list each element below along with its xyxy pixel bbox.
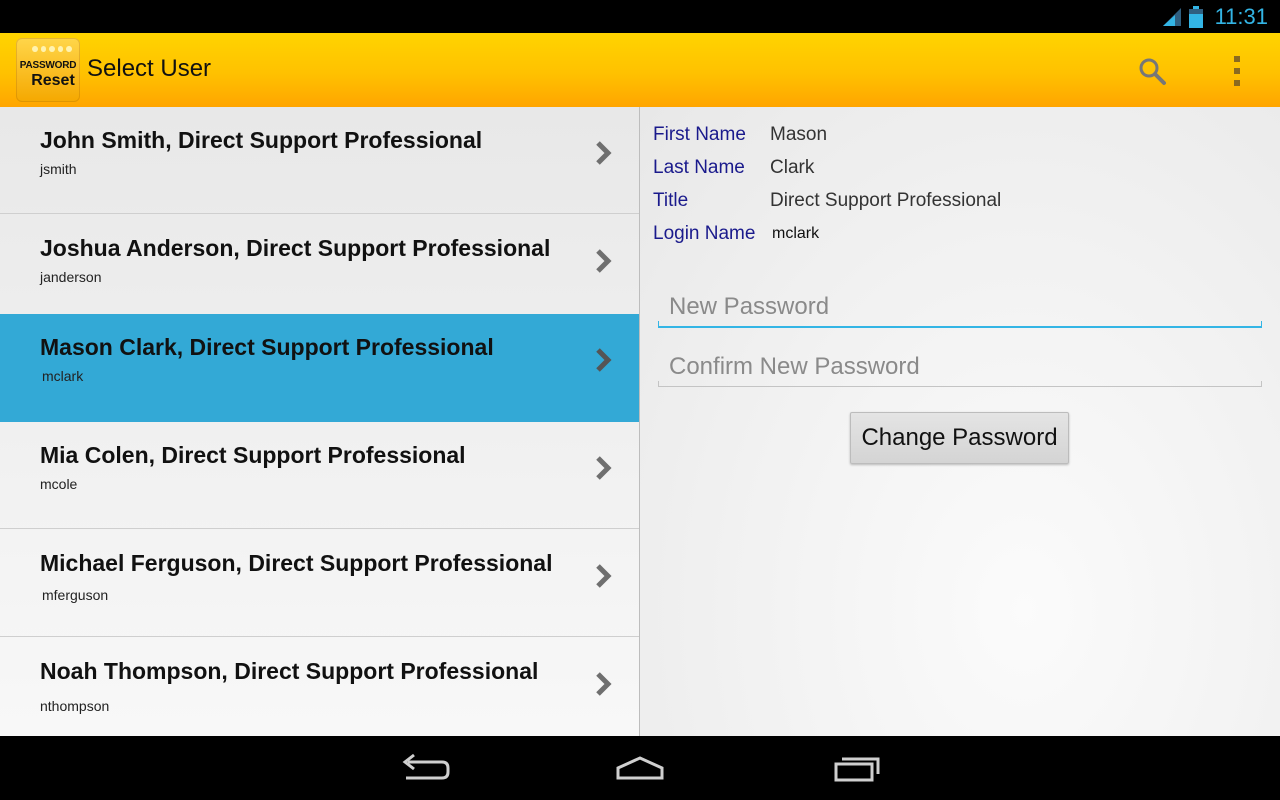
user-list-item-login: mclark [42, 368, 84, 384]
first-name-value: Mason [770, 124, 828, 145]
signal-icon [1162, 7, 1181, 26]
back-icon[interactable] [394, 750, 454, 786]
logo-dots [32, 46, 72, 52]
user-list-item-title: Joshua Anderson, Direct Support Professi… [40, 235, 551, 261]
user-list-item-title: Mia Colen, Direct Support Professional [40, 442, 466, 468]
home-icon[interactable] [610, 750, 670, 786]
user-list: John Smith, Direct Support Professional … [0, 107, 639, 736]
logo-bottom-text: Reset [31, 72, 75, 89]
app-logo[interactable]: PASSWORD Reset [16, 38, 80, 102]
overflow-menu-icon[interactable] [1222, 55, 1252, 87]
new-password-input[interactable] [658, 286, 1262, 328]
user-list-item-selected[interactable]: Mason Clark, Direct Support Professional… [0, 314, 639, 422]
user-list-item-login: mcole [40, 476, 78, 492]
main-content: John Smith, Direct Support Professional … [0, 107, 1280, 736]
user-list-item-login: mferguson [42, 587, 109, 603]
status-bar: 11:31 [0, 0, 1280, 33]
user-list-item-login: jsmith [40, 161, 77, 177]
confirm-password-input[interactable] [658, 346, 1262, 388]
new-password-corner-left [658, 321, 659, 327]
search-icon[interactable] [1137, 56, 1167, 86]
status-time: 11:31 [1214, 3, 1268, 29]
change-password-button[interactable]: Change Password [850, 412, 1069, 464]
user-list-item-login: janderson [40, 269, 102, 285]
user-list-item-login: nthompson [40, 698, 110, 714]
chevron-right-icon [596, 348, 612, 372]
page-title: Select User [87, 55, 212, 82]
title-value: Direct Support Professional [770, 190, 1002, 211]
last-name-label: Last Name [653, 157, 745, 178]
login-name-value: mclark [772, 225, 820, 242]
user-list-item-title: Noah Thompson, Direct Support Profession… [40, 658, 539, 684]
user-list-item[interactable]: Noah Thompson, Direct Support Profession… [0, 638, 639, 736]
chevron-right-icon [596, 141, 612, 165]
user-detail-panel: First Name Mason Last Name Clark Title D… [640, 107, 1280, 736]
user-list-item[interactable]: Mia Colen, Direct Support Professional m… [0, 422, 639, 529]
chevron-right-icon [596, 564, 612, 588]
logo-top-text: PASSWORD [19, 60, 77, 71]
chevron-right-icon [596, 249, 612, 273]
confirm-password-corner-left [658, 381, 659, 387]
action-bar: PASSWORD Reset Select User [0, 33, 1280, 107]
user-list-item[interactable]: Joshua Anderson, Direct Support Professi… [0, 215, 639, 322]
user-list-item-title: Mason Clark, Direct Support Professional [40, 334, 494, 360]
user-list-item-title: John Smith, Direct Support Professional [40, 127, 483, 153]
status-icons: 11:31 [1161, 0, 1268, 33]
user-list-item[interactable]: Michael Ferguson, Direct Support Profess… [0, 530, 639, 637]
chevron-right-icon [596, 456, 612, 480]
first-name-label: First Name [653, 124, 746, 145]
battery-icon [1188, 5, 1203, 28]
login-name-label: Login Name [653, 223, 756, 244]
confirm-password-underline [658, 386, 1262, 387]
navigation-bar [0, 736, 1280, 800]
confirm-password-corner-right [1261, 381, 1262, 387]
user-list-item-title: Michael Ferguson, Direct Support Profess… [40, 550, 553, 576]
new-password-underline [658, 326, 1262, 328]
title-label: Title [653, 190, 689, 211]
recent-apps-icon[interactable] [827, 750, 887, 786]
new-password-corner-right [1261, 321, 1262, 327]
last-name-value: Clark [770, 157, 815, 178]
user-list-item[interactable]: John Smith, Direct Support Professional … [0, 107, 639, 214]
chevron-right-icon [596, 672, 612, 696]
